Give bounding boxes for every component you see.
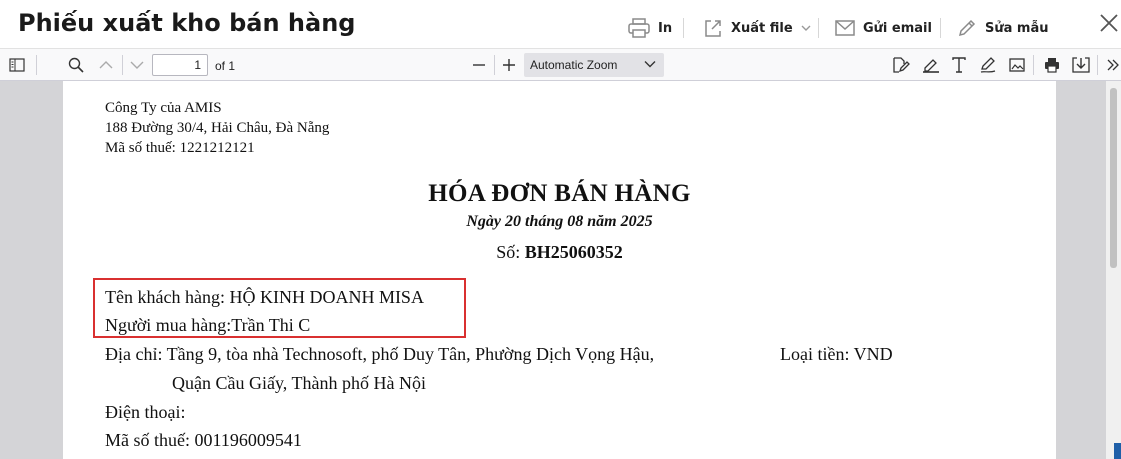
draw-tool-button[interactable] xyxy=(920,55,942,75)
chevron-down-icon xyxy=(801,25,811,31)
sidebar-toggle-button[interactable] xyxy=(6,55,28,75)
customer-name: Tên khách hàng: HỘ KINH DOANH MISA xyxy=(105,287,424,307)
print-pdf-button[interactable] xyxy=(1041,55,1063,75)
zoom-value: Automatic Zoom xyxy=(530,58,618,72)
pencil-icon xyxy=(958,19,976,37)
toolbar-divider xyxy=(122,55,123,75)
ink-tool-button[interactable] xyxy=(977,55,999,75)
invoice-date: Ngày 20 tháng 08 năm 2025 xyxy=(466,213,653,230)
plus-icon xyxy=(503,59,515,71)
chevron-up-icon xyxy=(99,61,113,69)
print-label: In xyxy=(658,20,673,36)
scroll-indicator xyxy=(1114,443,1121,459)
zoom-in-button[interactable] xyxy=(498,55,520,75)
customer-tax-code: Mã số thuế: 001196009541 xyxy=(105,430,302,450)
company-address: 188 Đường 30/4, Hải Châu, Đà Nẵng xyxy=(105,120,330,136)
double-chevron-right-icon xyxy=(1107,59,1119,71)
page-number-input[interactable] xyxy=(152,54,208,76)
header-divider xyxy=(818,18,819,38)
export-file-button[interactable]: Xuất file xyxy=(703,16,811,40)
document-page: Công Ty của AMIS 188 Đường 30/4, Hải Châ… xyxy=(63,81,1056,459)
download-icon xyxy=(1072,57,1090,73)
dialog-header: Phiếu xuất kho bán hàng In Xuất file Gửi… xyxy=(0,0,1121,48)
close-icon[interactable] xyxy=(1098,12,1120,34)
toolbar-divider xyxy=(36,55,37,75)
pen-icon xyxy=(980,57,996,73)
zoom-out-button[interactable] xyxy=(468,55,490,75)
dialog-title: Phiếu xuất kho bán hàng xyxy=(18,9,356,37)
address-line-1: Địa chỉ: Tầng 9, tòa nhà Technosoft, phố… xyxy=(105,344,655,364)
toolbar-divider xyxy=(1033,55,1034,75)
export-label: Xuất file xyxy=(731,20,793,36)
toolbar-divider xyxy=(494,55,495,75)
invoice-number-label: Số: xyxy=(496,242,521,262)
minus-icon xyxy=(473,64,485,66)
find-button[interactable] xyxy=(65,55,87,75)
address-line-2: Quận Cầu Giấy, Thành phố Hà Nội xyxy=(172,373,426,393)
chevron-down-icon xyxy=(130,61,144,69)
phone: Điện thoại: xyxy=(105,402,186,422)
header-divider xyxy=(940,18,941,38)
edit-template-button[interactable]: Sửa mẫu xyxy=(957,16,1049,40)
text-icon xyxy=(952,57,966,73)
invoice-number: BH25060352 xyxy=(524,242,623,262)
printer-icon xyxy=(1045,58,1059,73)
printer-icon xyxy=(628,18,650,38)
page-count-label: of 1 xyxy=(215,59,236,73)
toolbar-divider xyxy=(1097,55,1098,75)
header-divider xyxy=(683,18,684,38)
sidebar-icon xyxy=(9,58,25,72)
currency: Loại tiền: VND xyxy=(780,344,893,364)
scrollbar-thumb[interactable] xyxy=(1110,88,1117,268)
buyer-name: Người mua hàng:Trần Thi C xyxy=(105,315,311,335)
email-label: Gửi email xyxy=(863,20,932,36)
export-icon xyxy=(705,20,721,37)
previous-page-button[interactable] xyxy=(95,55,117,75)
highlight-icon xyxy=(893,57,910,73)
company-tax-code: Mã số thuế: 1221212121 xyxy=(105,140,255,156)
image-tool-button[interactable] xyxy=(1006,55,1028,75)
highlight-tool-button[interactable] xyxy=(890,55,912,75)
mail-icon xyxy=(835,20,855,36)
text-tool-button[interactable] xyxy=(948,55,970,75)
marker-icon xyxy=(923,59,939,73)
send-email-button[interactable]: Gửi email xyxy=(835,16,932,40)
pdf-toolbar: of 1 Automatic Zoom xyxy=(0,48,1121,81)
save-pdf-button[interactable] xyxy=(1070,55,1092,75)
edit-template-label: Sửa mẫu xyxy=(985,20,1049,36)
invoice-title: HÓA ĐƠN BÁN HÀNG xyxy=(428,180,691,207)
more-tools-button[interactable] xyxy=(1102,55,1121,75)
search-icon xyxy=(68,57,84,73)
chevron-down-icon xyxy=(644,61,656,68)
invoice-number-row: Số: BH25060352 xyxy=(63,242,1056,263)
company-name: Công Ty của AMIS xyxy=(105,100,222,116)
zoom-select[interactable]: Automatic Zoom xyxy=(524,53,664,77)
image-icon xyxy=(1009,58,1025,72)
print-button[interactable]: In xyxy=(628,16,672,40)
next-page-button[interactable] xyxy=(126,55,148,75)
